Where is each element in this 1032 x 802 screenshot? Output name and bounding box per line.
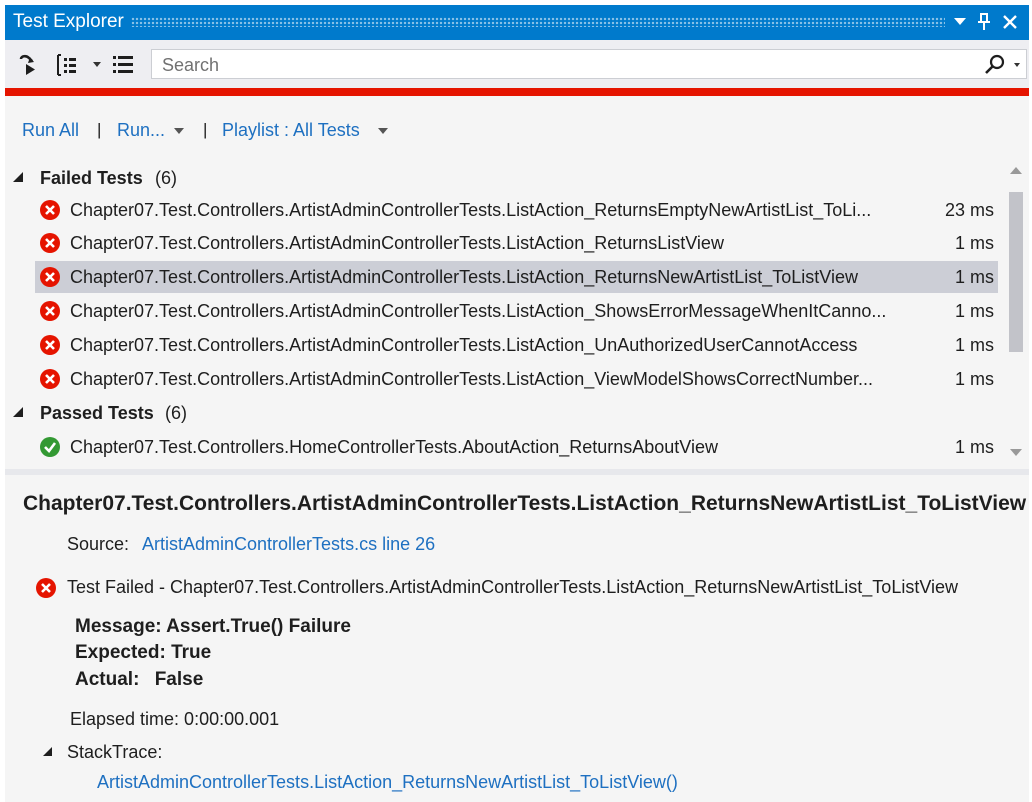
run-tests-after-build-icon[interactable] <box>17 53 41 77</box>
tree-scrollbar[interactable] <box>1005 162 1027 462</box>
failed-icon <box>40 233 60 253</box>
test-name: Chapter07.Test.Controllers.ArtistAdminCo… <box>70 301 887 321</box>
failed-icon <box>36 578 56 598</box>
command-bar: Run All | Run... | Playlist : All Tests <box>5 115 1029 145</box>
actual-label: Actual: <box>75 669 140 690</box>
close-icon[interactable] <box>999 10 1021 34</box>
test-row[interactable]: Chapter07.Test.Controllers.ArtistAdminCo… <box>35 329 998 361</box>
title-grip[interactable] <box>131 17 945 27</box>
stacktrace-link[interactable]: ArtistAdminControllerTests.ListAction_Re… <box>97 771 678 793</box>
test-name: Chapter07.Test.Controllers.ArtistAdminCo… <box>70 369 873 389</box>
passed-icon <box>40 437 60 457</box>
toolbar <box>5 40 1029 88</box>
expand-collapse-icon[interactable] <box>13 172 23 182</box>
test-duration: 23 ms <box>944 200 994 220</box>
search-box[interactable] <box>151 49 1027 79</box>
test-name: Chapter07.Test.Controllers.ArtistAdminCo… <box>70 200 872 220</box>
group-by-dropdown-icon[interactable] <box>93 62 101 67</box>
test-result-text: Test Failed - Chapter07.Test.Controllers… <box>67 577 959 597</box>
test-row[interactable]: Chapter07.Test.Controllers.ArtistAdminCo… <box>35 295 998 327</box>
stacktrace-expand-icon[interactable] <box>43 747 52 756</box>
group-passed-tests[interactable]: Passed Tests (6) <box>5 397 1005 427</box>
expand-collapse-icon[interactable] <box>13 407 23 417</box>
search-input[interactable] <box>160 52 964 78</box>
source-label: Source: <box>67 534 130 554</box>
test-explorer-window: Test Explorer Search Run All | Run... | … <box>5 5 1029 802</box>
expected-line: Expected: True <box>75 642 212 663</box>
test-tree: Failed Tests (6) Chapter07.Test.Controll… <box>5 157 1005 467</box>
group-count: (6) <box>155 168 177 188</box>
test-duration: 1 ms <box>954 267 994 287</box>
group-by-icon[interactable] <box>55 53 79 77</box>
test-row[interactable]: Chapter07.Test.Controllers.ArtistAdminCo… <box>35 194 998 226</box>
window-menu-dropdown-icon[interactable] <box>949 10 971 34</box>
run-dropdown-icon[interactable] <box>174 128 184 134</box>
stacktrace-label: StackTrace: <box>67 742 163 762</box>
window-title: Test Explorer <box>13 11 124 32</box>
playlist-icon[interactable] <box>111 53 135 77</box>
test-row[interactable]: Chapter07.Test.Controllers.ArtistAdminCo… <box>35 227 998 259</box>
search-options-dropdown-icon[interactable] <box>1014 63 1020 67</box>
test-row[interactable]: Chapter07.Test.Controllers.HomeControlle… <box>35 431 998 463</box>
source-link[interactable]: ArtistAdminControllerTests.cs line 26 <box>142 533 435 555</box>
search-icon[interactable] <box>984 54 1006 76</box>
test-row[interactable]: Chapter07.Test.Controllers.ArtistAdminCo… <box>35 363 998 395</box>
test-status-bar <box>5 88 1029 96</box>
failed-icon <box>40 200 60 220</box>
test-name: Chapter07.Test.Controllers.ArtistAdminCo… <box>70 233 724 253</box>
failed-icon <box>40 301 60 321</box>
test-duration: 1 ms <box>954 335 994 355</box>
actual-value: False <box>154 669 204 690</box>
test-duration: 1 ms <box>954 437 994 457</box>
title-bar[interactable]: Test Explorer <box>5 5 1029 40</box>
test-name: Chapter07.Test.Controllers.HomeControlle… <box>70 437 718 457</box>
failed-icon <box>40 369 60 389</box>
run-all-link[interactable]: Run All <box>22 119 79 141</box>
actual-line: Actual: False <box>75 668 203 692</box>
playlist-link[interactable]: Playlist : All Tests <box>222 119 360 141</box>
detail-test-name: Chapter07.Test.Controllers.ArtistAdminCo… <box>23 492 1027 515</box>
test-duration: 1 ms <box>954 369 994 389</box>
playlist-dropdown-icon[interactable] <box>378 128 388 134</box>
test-duration: 1 ms <box>954 233 994 253</box>
failed-icon <box>40 267 60 287</box>
scroll-thumb[interactable] <box>1009 192 1023 352</box>
test-detail-pane: Chapter07.Test.Controllers.ArtistAdminCo… <box>5 475 1029 802</box>
group-count: (6) <box>165 403 187 423</box>
test-name: Chapter07.Test.Controllers.ArtistAdminCo… <box>70 267 858 287</box>
scroll-down-icon[interactable] <box>1010 449 1022 456</box>
group-failed-tests[interactable]: Failed Tests (6) <box>5 162 1005 192</box>
test-row-selected[interactable]: Chapter07.Test.Controllers.ArtistAdminCo… <box>35 261 998 293</box>
test-name: Chapter07.Test.Controllers.ArtistAdminCo… <box>70 335 858 355</box>
separator: | <box>97 120 102 139</box>
pin-icon[interactable] <box>973 10 995 34</box>
test-duration: 1 ms <box>954 301 994 321</box>
failed-icon <box>40 335 60 355</box>
separator: | <box>203 120 208 139</box>
group-title: Failed Tests <box>40 168 143 188</box>
elapsed-time: Elapsed time: 0:00:00.001 <box>70 709 280 729</box>
message-line: Message: Assert.True() Failure <box>75 616 351 637</box>
group-title: Passed Tests <box>40 403 154 423</box>
run-link[interactable]: Run... <box>117 119 165 141</box>
scroll-up-icon[interactable] <box>1010 167 1022 174</box>
